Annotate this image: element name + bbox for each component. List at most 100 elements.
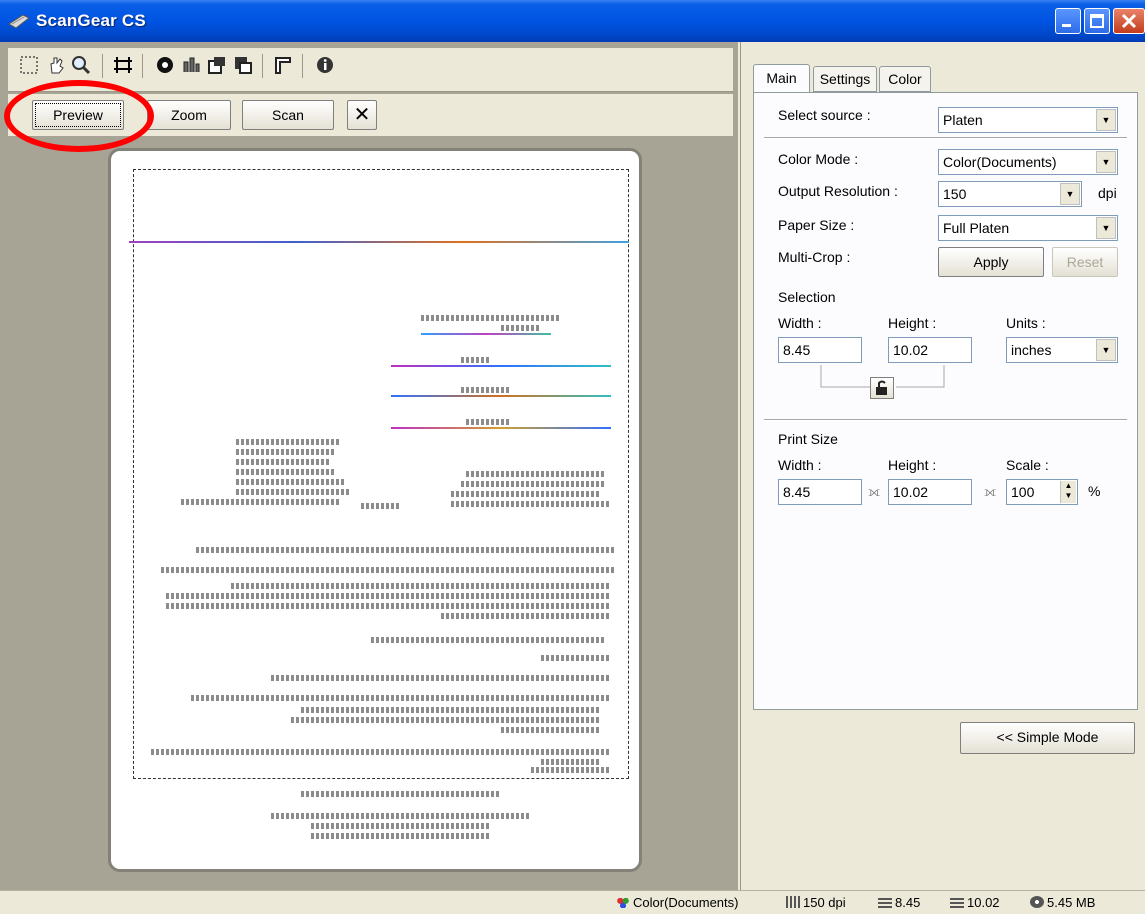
highlight-ring-annotation (4, 80, 154, 152)
document-text-line (361, 503, 401, 509)
document-text-line (181, 499, 341, 505)
maximize-button[interactable] (1084, 8, 1110, 34)
ruler-icon[interactable] (272, 54, 294, 76)
hand-icon[interactable] (46, 54, 68, 76)
scan-button[interactable]: Scan (242, 100, 334, 130)
tab-color[interactable]: Color (879, 66, 931, 92)
document-rule (391, 365, 611, 367)
document-rule (391, 395, 611, 397)
tab-settings[interactable]: Settings (813, 66, 877, 92)
output-resolution-dropdown[interactable]: 150 ▼ (938, 181, 1082, 207)
close-button[interactable] (1113, 8, 1145, 34)
document-text-line (271, 675, 611, 681)
document-text-line (191, 695, 611, 701)
document-text-line (371, 637, 606, 643)
document-text-line (466, 471, 606, 477)
cancel-button[interactable]: ✕ (347, 100, 377, 130)
print-width-label: Width : (778, 457, 822, 473)
status-height: 10.02 (950, 894, 1020, 912)
close-icon (1121, 13, 1137, 29)
crop-icon[interactable] (18, 54, 40, 76)
document-text-line (236, 489, 351, 495)
paper-size-dropdown[interactable]: Full Platen ▼ (938, 215, 1118, 241)
zoom-button[interactable]: Zoom (147, 100, 231, 130)
document-text-line (531, 767, 611, 773)
selection-height-label: Height : (888, 315, 937, 331)
selection-title: Selection (778, 289, 836, 305)
selection-width-input[interactable]: 8.45 (778, 337, 862, 363)
minimize-button[interactable] (1055, 8, 1081, 34)
info-icon[interactable] (314, 54, 336, 76)
scanned-page-preview (121, 161, 635, 861)
title-bar[interactable]: ScanGear CS (0, 0, 1145, 42)
status-bar: Color(Documents) 150 dpi 8.45 10.02 5.45… (0, 890, 1145, 914)
window-title: ScanGear CS (36, 11, 146, 30)
spinner-icon[interactable]: ▲ ▼ (1060, 481, 1076, 503)
selection-height-input[interactable]: 10.02 (888, 337, 972, 363)
chevron-down-icon: ▼ (1096, 339, 1116, 361)
maximize-icon (1090, 14, 1104, 28)
tab-main[interactable]: Main (753, 64, 810, 93)
document-text-line (166, 593, 611, 599)
status-width: 8.45 (878, 894, 938, 912)
apply-button[interactable]: Apply (938, 247, 1044, 277)
reset-button[interactable]: Reset (1052, 247, 1118, 277)
document-text-line (421, 315, 561, 321)
image-adjust-icon[interactable] (154, 54, 176, 76)
color-mode-dropdown[interactable]: Color(Documents) ▼ (938, 149, 1118, 175)
document-text-line (541, 759, 601, 765)
document-text-line (151, 749, 611, 755)
units-dropdown[interactable]: inches ▼ (1006, 337, 1118, 363)
toolbar-separator (302, 54, 303, 78)
color-mode-value: Color(Documents) (943, 154, 1057, 170)
scale-input[interactable]: 100 ▲ ▼ (1006, 479, 1078, 505)
select-source-dropdown[interactable]: Platen ▼ (938, 107, 1118, 133)
app-icon (8, 14, 30, 29)
document-rule (421, 333, 551, 335)
document-text-line (451, 491, 601, 497)
select-source-value: Platen (943, 112, 983, 128)
document-text-line (461, 481, 606, 487)
print-width-input[interactable]: 8.45 (778, 479, 862, 505)
document-text-line (271, 813, 531, 819)
link-icon: ⟗ (868, 483, 881, 499)
units-label: Units : (1006, 315, 1046, 331)
magnifier-icon[interactable] (70, 54, 92, 76)
auto-crop-icon[interactable] (112, 54, 134, 76)
status-color-mode-text: Color(Documents) (633, 895, 739, 910)
disk-icon (1030, 896, 1044, 908)
select-source-label: Select source : (778, 107, 871, 123)
document-text-line (461, 387, 511, 393)
rotate-left-icon[interactable] (206, 54, 228, 76)
document-text-line (501, 727, 601, 733)
document-text-line (301, 791, 501, 797)
scale-label: Scale : (1006, 457, 1049, 473)
chevron-down-icon: ▼ (1096, 109, 1116, 131)
preview-area[interactable] (108, 148, 642, 872)
output-resolution-value: 150 (943, 186, 967, 202)
divider (764, 137, 1127, 139)
rotate-right-icon[interactable] (232, 54, 254, 76)
aspect-lock-button[interactable] (870, 377, 894, 399)
color-palette-icon (616, 896, 630, 908)
status-size-text: 5.45 MB (1047, 895, 1096, 910)
document-text-line (236, 469, 336, 475)
link-icon: ⟗ (984, 483, 997, 499)
flip-icon[interactable] (180, 54, 202, 76)
document-text-line (236, 449, 336, 455)
print-height-input[interactable]: 10.02 (888, 479, 972, 505)
paper-size-label: Paper Size : (778, 217, 855, 233)
document-text-line (236, 479, 346, 485)
color-mode-label: Color Mode : (778, 151, 859, 167)
percent-unit-label: % (1088, 483, 1101, 499)
scangear-window: ScanGear CS Preview Zoom Scan ✕ Main Set… (0, 0, 1145, 914)
document-text-line (196, 547, 616, 553)
document-text-line (236, 439, 341, 445)
document-text-line (311, 823, 491, 829)
simple-mode-button[interactable]: << Simple Mode (960, 722, 1135, 754)
document-text-line (301, 707, 601, 713)
lock-icon (876, 380, 887, 395)
document-rule (129, 241, 629, 243)
toolbar-separator (102, 54, 103, 78)
status-resolution-text: 150 dpi (803, 895, 846, 910)
